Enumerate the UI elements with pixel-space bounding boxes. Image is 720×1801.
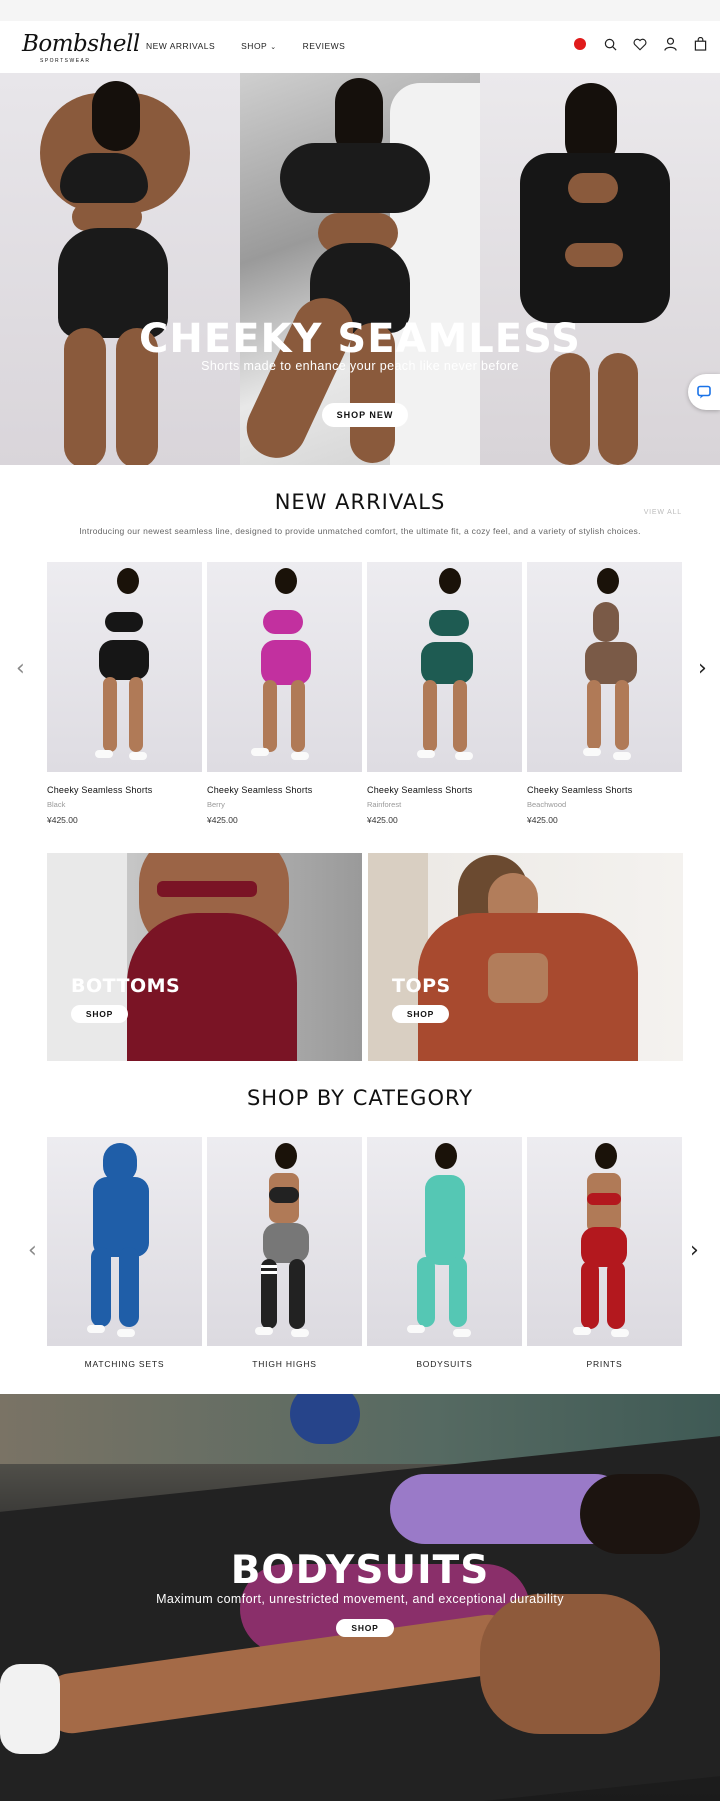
- category-image[interactable]: [527, 1137, 682, 1346]
- top-strip: [0, 0, 720, 21]
- bottoms-shop-button[interactable]: SHOP: [71, 1005, 128, 1023]
- nav-shop-label: SHOP: [241, 41, 268, 51]
- search-icon[interactable]: [602, 36, 618, 52]
- product-name[interactable]: Cheeky Seamless Shorts: [207, 785, 362, 795]
- category-label[interactable]: MATCHING SETS: [47, 1359, 202, 1369]
- product-image[interactable]: [367, 562, 522, 772]
- chat-widget-button[interactable]: [688, 374, 720, 410]
- chat-icon: [697, 385, 711, 399]
- nav-shop[interactable]: SHOP ⌄: [241, 41, 276, 51]
- product-name[interactable]: Cheeky Seamless Shorts: [367, 785, 522, 795]
- hero-title: CHEEKY SEAMLESS: [139, 316, 581, 362]
- category-label[interactable]: THIGH HIGHS: [207, 1359, 362, 1369]
- brand-logo-subtitle: SPORTSWEAR: [40, 58, 91, 64]
- new-arrivals-next-arrow-icon[interactable]: ›: [698, 656, 707, 681]
- category-card[interactable]: PRINTS: [527, 1137, 682, 1369]
- bodysuits-banner-subtitle: Maximum comfort, unrestricted movement, …: [156, 1592, 564, 1606]
- product-price: ¥425.00: [207, 815, 238, 825]
- tops-promo-title: TOPS: [392, 975, 451, 997]
- shop-by-category-title: SHOP BY CATEGORY: [246, 1086, 474, 1110]
- hero-banner: CHEEKY SEAMLESS Shorts made to enhance y…: [0, 73, 720, 465]
- hero-image-right: [480, 73, 720, 465]
- new-arrivals-description: Introducing our newest seamless line, de…: [79, 526, 641, 536]
- bodysuits-banner-title: BODYSUITS: [230, 1548, 490, 1593]
- category-carousel: MATCHING SETS THIGH HIGHS BODYSUITS PRIN…: [47, 1137, 682, 1369]
- user-icon[interactable]: [662, 36, 678, 52]
- tops-promo-tile[interactable]: TOPS SHOP: [368, 853, 683, 1061]
- category-next-arrow-icon[interactable]: ›: [690, 1238, 699, 1263]
- product-card[interactable]: Cheeky Seamless Shorts Berry ¥425.00: [207, 562, 362, 825]
- header-icons: [572, 36, 708, 52]
- bodysuits-shop-button[interactable]: SHOP: [336, 1619, 394, 1637]
- product-image[interactable]: [527, 562, 682, 772]
- product-color: Black: [47, 800, 66, 809]
- bottoms-promo-title: BOTTOMS: [71, 975, 181, 997]
- brand-logo[interactable]: Bombshell: [22, 31, 140, 57]
- product-card[interactable]: Cheeky Seamless Shorts Black ¥425.00: [47, 562, 202, 825]
- category-image[interactable]: [47, 1137, 202, 1346]
- category-card[interactable]: THIGH HIGHS: [207, 1137, 362, 1369]
- category-image[interactable]: [367, 1137, 522, 1346]
- bottoms-promo-tile[interactable]: BOTTOMS SHOP: [47, 853, 362, 1061]
- category-prev-arrow-icon[interactable]: ‹: [28, 1238, 37, 1263]
- product-price: ¥425.00: [367, 815, 398, 825]
- bodysuits-banner: BODYSUITS Maximum comfort, unrestricted …: [0, 1394, 720, 1801]
- view-all-link[interactable]: VIEW ALL: [644, 509, 682, 516]
- new-arrivals-title: NEW ARRIVALS: [274, 490, 446, 514]
- category-label[interactable]: BODYSUITS: [367, 1359, 522, 1369]
- new-arrivals-prev-arrow-icon[interactable]: ‹: [16, 656, 25, 681]
- site-header: Bombshell SPORTSWEAR NEW ARRIVALS SHOP ⌄ …: [0, 21, 720, 73]
- product-name[interactable]: Cheeky Seamless Shorts: [47, 785, 202, 795]
- product-color: Beachwood: [527, 800, 567, 809]
- chevron-down-icon: ⌄: [270, 44, 277, 51]
- bag-icon[interactable]: [692, 36, 708, 52]
- region-flag-icon[interactable]: [572, 36, 588, 52]
- new-arrivals-carousel: Cheeky Seamless Shorts Black ¥425.00 Che…: [47, 562, 682, 825]
- category-card[interactable]: MATCHING SETS: [47, 1137, 202, 1369]
- product-card[interactable]: Cheeky Seamless Shorts Beachwood ¥425.00: [527, 562, 682, 825]
- product-card[interactable]: Cheeky Seamless Shorts Rainforest ¥425.0…: [367, 562, 522, 825]
- category-image[interactable]: [207, 1137, 362, 1346]
- hero-subtitle: Shorts made to enhance your peach like n…: [201, 359, 519, 373]
- category-card[interactable]: BODYSUITS: [367, 1137, 522, 1369]
- product-price: ¥425.00: [47, 815, 78, 825]
- heart-icon[interactable]: [632, 36, 648, 52]
- nav-new-arrivals[interactable]: NEW ARRIVALS: [146, 41, 215, 51]
- tops-shop-button[interactable]: SHOP: [392, 1005, 449, 1023]
- nav-reviews[interactable]: REVIEWS: [303, 41, 346, 51]
- product-image[interactable]: [47, 562, 202, 772]
- hero-image-left: [0, 73, 240, 465]
- product-color: Rainforest: [367, 800, 402, 809]
- product-name[interactable]: Cheeky Seamless Shorts: [527, 785, 682, 795]
- product-price: ¥425.00: [527, 815, 558, 825]
- product-color: Berry: [207, 800, 225, 809]
- main-nav: NEW ARRIVALS SHOP ⌄ REVIEWS: [146, 41, 345, 51]
- shop-new-button[interactable]: SHOP NEW: [322, 403, 408, 427]
- category-label[interactable]: PRINTS: [527, 1359, 682, 1369]
- product-image[interactable]: [207, 562, 362, 772]
